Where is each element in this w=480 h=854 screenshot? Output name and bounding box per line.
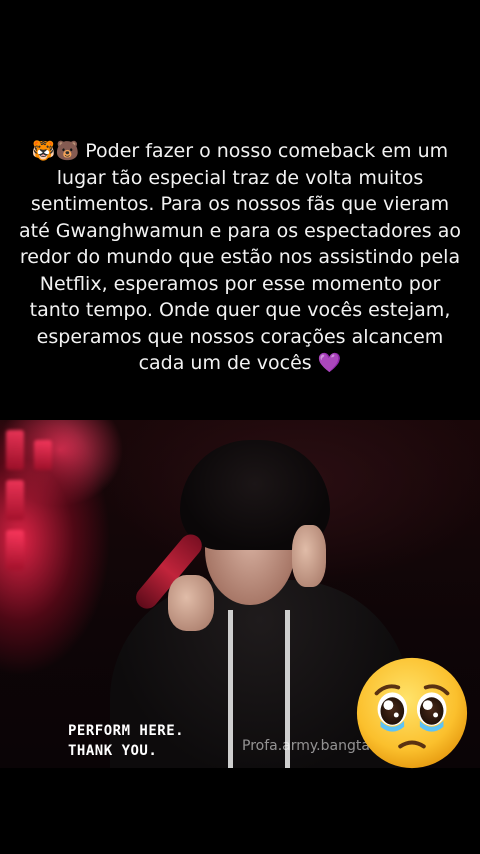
performer-hand [168,575,214,631]
performer-hand [292,525,326,587]
tiger-bear-emoji-icon: 🐯🐻 [31,140,80,162]
subtitle-line-2: THANK YOU. [68,743,158,759]
subtitle-line-1: PERFORM HERE. [68,723,185,739]
video-subtitle: PERFORM HERE. THANK YOU. [68,721,184,761]
watermark: Profa.army.bangta [242,738,370,754]
stage-light [6,480,24,520]
stage-light [34,440,52,470]
pleading-face-emoji-icon [356,657,468,769]
caption-text: 🐯🐻 Poder fazer o nosso comeback em um lu… [16,138,464,377]
purple-heart-emoji-icon: 💜 [317,352,342,374]
stage-light [6,430,24,470]
jacket-strap [228,610,233,768]
caption-body: Poder fazer o nosso comeback em um lugar… [18,140,462,374]
stage-light [6,530,24,570]
